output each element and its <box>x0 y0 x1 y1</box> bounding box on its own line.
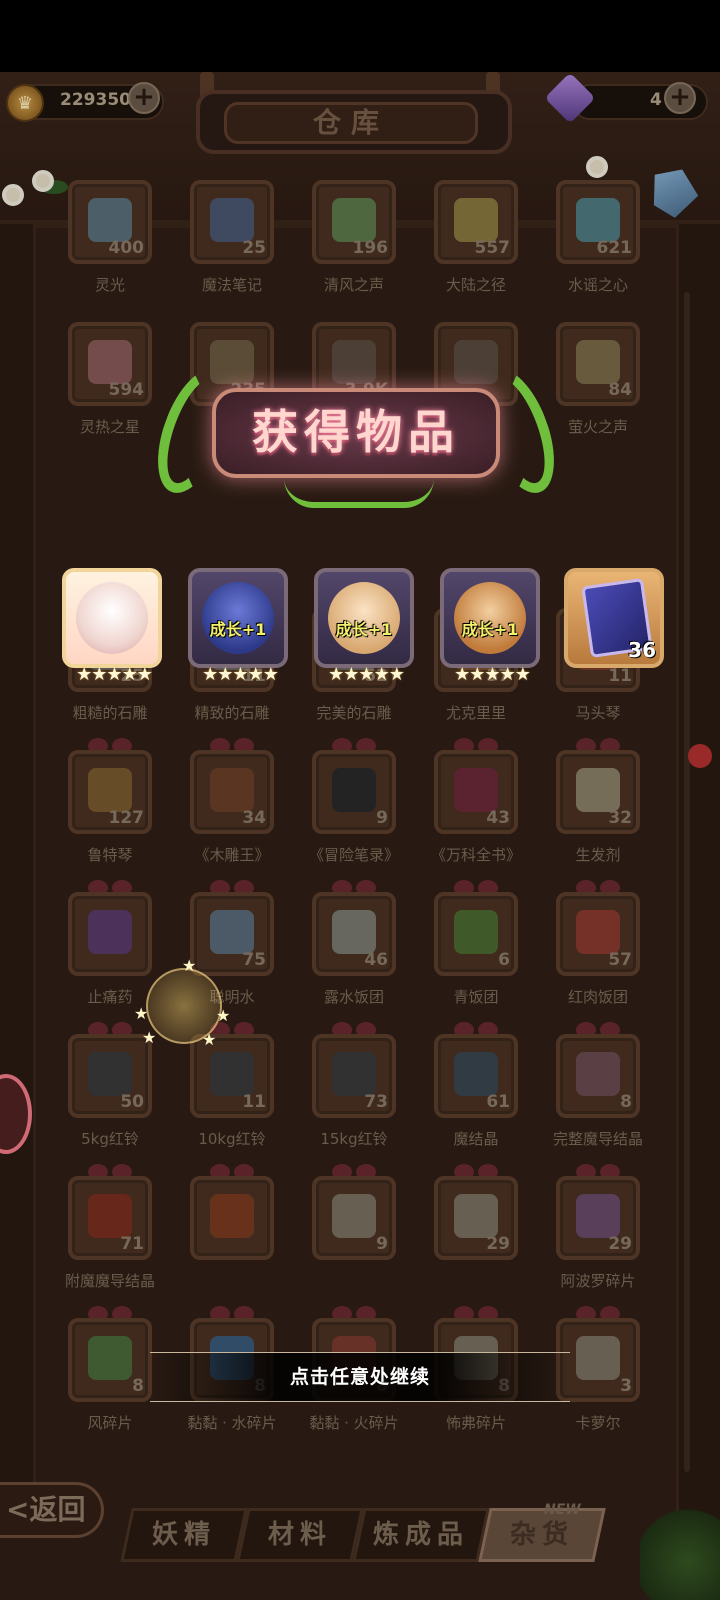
foliage-decoration <box>640 1506 720 1600</box>
reward-frame: 成长+1 <box>188 568 288 668</box>
growth-label: 成长+1 <box>461 620 519 639</box>
tab-fairies[interactable]: 妖精 <box>120 1508 248 1562</box>
reward-card-2[interactable]: 成长+1 ★★★★★ <box>188 568 288 690</box>
tab-materials[interactable]: 材料 <box>236 1508 364 1562</box>
tab-label: 杂货 <box>509 1520 574 1550</box>
tab-label: 材料 <box>267 1520 332 1550</box>
reward-card-4[interactable]: 成长+1 ★★★★★ <box>440 568 540 690</box>
ladybug-icon[interactable] <box>688 744 712 768</box>
tab-crafted[interactable]: 炼成品 <box>352 1508 490 1562</box>
popup-title: 获得物品 <box>252 405 460 459</box>
star-sparkle-icon: ★ <box>216 1006 231 1025</box>
reward-frame <box>62 568 162 668</box>
reward-card-3[interactable]: 成长+1 ★★★★★ <box>314 568 414 690</box>
back-button[interactable]: <返回 <box>0 1482 104 1538</box>
reward-card-5[interactable]: 36 <box>564 568 664 690</box>
tab-misc[interactable]: 杂货 <box>478 1508 606 1562</box>
growth-label: 成长+1 <box>335 620 393 639</box>
white-fox-character-icon <box>76 582 148 654</box>
category-tabs: 妖精 材料 炼成品 杂货 <box>120 1508 720 1564</box>
tab-label: 妖精 <box>151 1520 216 1550</box>
reward-frame: 成长+1 <box>440 568 540 668</box>
status-bar <box>0 0 720 72</box>
new-badge: NEW <box>544 1502 581 1518</box>
reward-stars: ★★★★★ <box>328 664 405 685</box>
reward-stars: ★★★★★ <box>454 664 531 685</box>
vine-ornament <box>284 478 434 508</box>
star-sparkle-icon: ★ <box>142 1028 157 1047</box>
growth-label: 成长+1 <box>209 620 267 639</box>
reward-stars: ★★★★★ <box>202 664 279 685</box>
reward-frame: 成长+1 <box>314 568 414 668</box>
star-sparkle-icon: ★ <box>134 1004 149 1023</box>
reward-card-1[interactable]: ★★★★★ <box>62 568 162 690</box>
star-sparkle-icon: ★ <box>202 1030 217 1049</box>
reward-stars: ★★★★★ <box>76 664 153 685</box>
star-sparkle-icon: ★ <box>182 956 197 975</box>
reward-banner: 获得物品 <box>143 359 569 516</box>
reward-count: 36 <box>628 638 656 662</box>
continue-hint: 点击任意处继续 <box>289 1366 430 1388</box>
continue-hint-bar[interactable]: 点击任意处继续 <box>150 1352 570 1402</box>
reward-frame: 36 <box>564 568 664 668</box>
banner-plate: 获得物品 <box>212 388 500 478</box>
tab-label: 炼成品 <box>372 1520 469 1550</box>
